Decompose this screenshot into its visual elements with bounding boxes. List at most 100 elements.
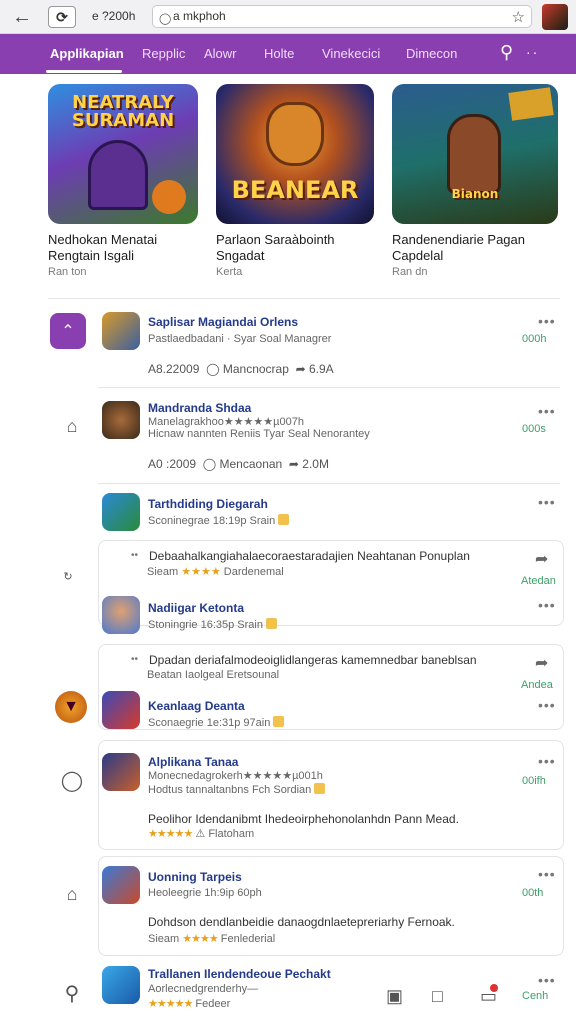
category-icon[interactable]: ▼: [55, 691, 87, 723]
search-icon[interactable]: ⚲: [500, 42, 513, 63]
description-meta: ★★★★★ ⚠ Flatoham: [148, 827, 254, 840]
description-author: Fenlederial: [220, 933, 276, 945]
category-icon[interactable]: ⌃: [50, 313, 86, 349]
featured-card[interactable]: BEANEAR Parlaon Saraàbointh Sngadat Kert…: [216, 84, 376, 278]
comment-label[interactable]: Mancnocrap: [223, 362, 289, 376]
review-text: Dpadan deriafalmodeoiglidlangeras kamemn…: [149, 653, 477, 667]
share-icon[interactable]: ➦: [535, 549, 548, 569]
app-meta-text: Sconaegrie 1e:31p 97ain: [148, 717, 271, 729]
app-icon[interactable]: [102, 866, 140, 904]
app-icon[interactable]: [102, 312, 140, 350]
app-icon[interactable]: [102, 401, 140, 439]
app-meta: Sconinegrae 18:19p Srain: [148, 514, 290, 527]
more-options-icon[interactable]: •••: [538, 403, 556, 419]
top-navigation: Applikapian Repplic Alowr Holte Vinekeci…: [0, 34, 576, 74]
star-rating: ★★★★★: [148, 998, 193, 1010]
app-name[interactable]: Trallanen Ilendendeoue Pechakt: [148, 967, 331, 981]
tab-label[interactable]: e ?200h: [92, 9, 135, 23]
badge-icon: [278, 514, 290, 525]
star-rating: ★★★★★: [148, 828, 193, 840]
featured-card[interactable]: NEATRALY SURAMAN Nedhokan Menatai Rengta…: [48, 84, 198, 278]
badge-icon: [265, 618, 277, 629]
more-options-icon[interactable]: •••: [538, 313, 556, 329]
featured-thumbnail: Bianon: [392, 84, 558, 224]
menu-icon[interactable]: ··: [526, 44, 539, 60]
tab-vinekecici[interactable]: Vinekecici: [322, 46, 380, 61]
comment-icon[interactable]: ◯: [203, 457, 216, 471]
featured-thumbnail: NEATRALY SURAMAN: [48, 84, 198, 224]
review-bullet: ••: [131, 550, 139, 561]
review-prefix: Sieam: [147, 566, 179, 578]
app-description: Dohdson dendlanbeidie danaogdnlaetepreri…: [148, 915, 455, 929]
app-icon[interactable]: [102, 966, 140, 1004]
more-options-icon[interactable]: •••: [538, 972, 556, 988]
address-bar[interactable]: ◯ a mkphoh ☆: [152, 5, 532, 28]
featured-title: Nedhokan Menatai Rengtain Isgali: [48, 232, 158, 263]
inbox-icon[interactable]: □: [432, 986, 443, 1007]
app-name[interactable]: Uonning Tarpeis: [148, 870, 242, 884]
app-icon[interactable]: [102, 493, 140, 531]
share-icon[interactable]: ➦: [289, 457, 299, 471]
stat-count: A0 :2009: [148, 457, 197, 471]
share-label[interactable]: Andea: [521, 679, 553, 691]
tab-repplic[interactable]: Repplic: [142, 46, 185, 61]
app-meta-top: Manelagrakhoo★★★★★µ007h: [148, 416, 304, 428]
star-rating: ★★★★: [182, 933, 218, 945]
app-name[interactable]: Mandranda Shdaa: [148, 401, 251, 415]
tab-applications[interactable]: Applikapian: [50, 46, 124, 61]
chat-icon[interactable]: ◯: [54, 762, 90, 798]
more-options-icon[interactable]: •••: [538, 866, 556, 882]
app-name[interactable]: Tarthdiding Diegarah: [148, 497, 268, 511]
app-icon[interactable]: [102, 691, 140, 729]
featured-art-title: Bianon: [451, 187, 499, 201]
share-count: 6.9A: [308, 362, 334, 376]
star-rating: ★★★★: [181, 566, 221, 578]
back-arrow-icon[interactable]: ←: [10, 6, 34, 28]
search-icon[interactable]: ⚲: [54, 975, 90, 1011]
more-options-icon[interactable]: •••: [538, 494, 556, 510]
tab-dimecon[interactable]: Dimecon: [406, 46, 457, 61]
app-meta-text: Hodtus tannaltanbns Fch Sordian: [148, 784, 312, 796]
rating-icon: ⚠: [195, 828, 206, 840]
badge-icon: [314, 783, 326, 794]
download-label[interactable]: 00th: [522, 887, 543, 899]
description-author: Flatoham: [208, 828, 255, 840]
notification-icon[interactable]: ▭: [480, 984, 498, 1007]
app-name[interactable]: Keanlaag Deanta: [148, 699, 245, 713]
download-label[interactable]: 000s: [522, 423, 546, 435]
app-name[interactable]: Nadiigar Ketonta: [148, 601, 244, 615]
featured-title: Parlaon Saraàbointh Sngadat: [216, 232, 335, 263]
app-name[interactable]: Alplikana Tanaa: [148, 755, 238, 769]
app-meta: Hodtus tannaltanbns Fch Sordian: [148, 783, 326, 796]
app-icon[interactable]: [102, 753, 140, 791]
share-icon[interactable]: ➦: [535, 653, 548, 673]
lock-icon[interactable]: ⌂: [54, 876, 90, 912]
more-options-icon[interactable]: •••: [538, 597, 556, 613]
app-meta-2: ★★★★★ Fedeer: [148, 997, 230, 1010]
tab-holte[interactable]: Holte: [264, 46, 294, 61]
bottom-label[interactable]: Cenh: [522, 990, 548, 1002]
featured-thumbnail: BEANEAR: [216, 84, 374, 224]
profile-avatar[interactable]: [542, 4, 568, 30]
download-label[interactable]: 00ifh: [522, 775, 546, 787]
download-label[interactable]: 000h: [522, 333, 546, 345]
review-bullet: ••: [131, 654, 139, 665]
app-icon[interactable]: [102, 596, 140, 634]
reload-icon[interactable]: ⟳: [48, 6, 76, 28]
share-label[interactable]: Atedan: [521, 575, 556, 587]
lock-icon[interactable]: ⌂: [54, 408, 90, 444]
share-icon[interactable]: ➦: [296, 362, 306, 376]
review-meta: Beatan Iaolgeal Eretsounal: [147, 669, 280, 681]
bookmark-star-icon[interactable]: ☆: [512, 7, 525, 28]
comment-label[interactable]: Mencaonan: [220, 457, 283, 471]
comment-icon[interactable]: ◯: [206, 362, 219, 376]
more-options-icon[interactable]: •••: [538, 697, 556, 713]
tab-alowr[interactable]: Alowr: [204, 46, 237, 61]
featured-card[interactable]: Bianon Randenendiarie Pagan Capdelal Ran…: [392, 84, 560, 278]
app-name[interactable]: Saplisar Magiandai Orlens: [148, 315, 298, 329]
gift-icon[interactable]: ▣: [386, 986, 403, 1007]
app-meta: Pastlaedbadani · Syar Soal Managrer: [148, 333, 332, 345]
app-meta-2-text: Fedeer: [195, 998, 231, 1010]
more-options-icon[interactable]: •••: [538, 753, 556, 769]
app-stats: A8.22009 ◯ Mancnocrap ➦ 6.9A: [148, 362, 334, 376]
